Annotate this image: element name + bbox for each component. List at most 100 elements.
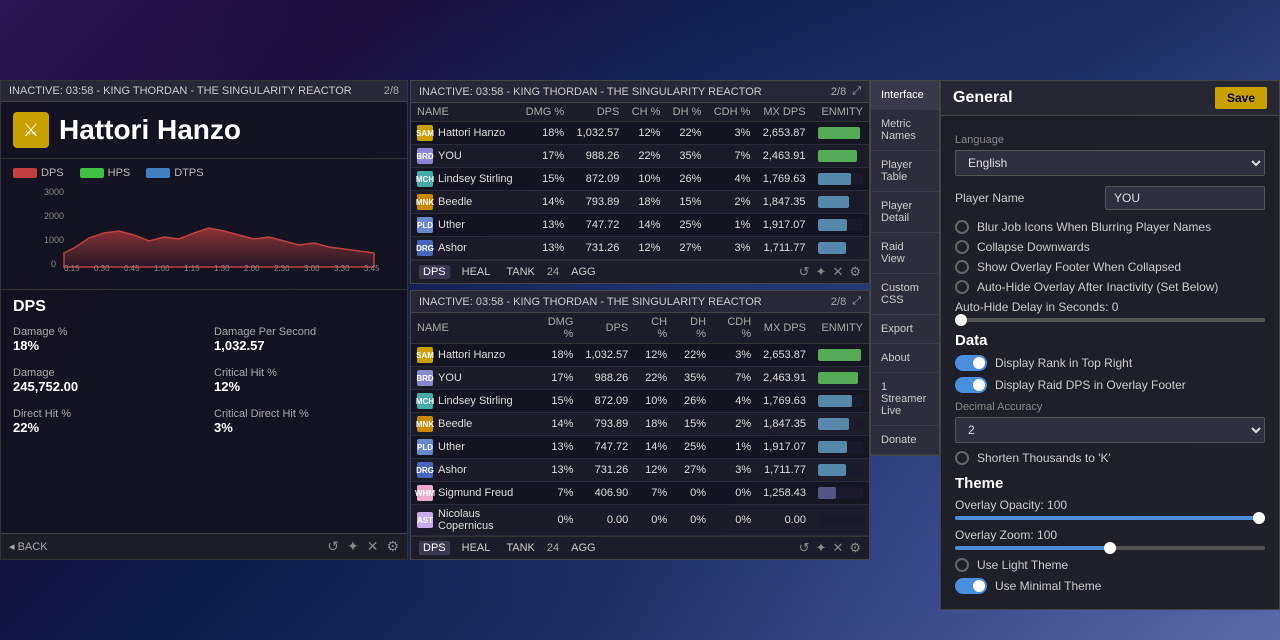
show-footer-radio[interactable] <box>955 260 969 274</box>
svg-text:3:45: 3:45 <box>364 264 380 273</box>
settings-nav-player-table[interactable]: Player Table <box>871 151 939 192</box>
tab-heal-top[interactable]: HEAL <box>458 265 495 279</box>
cell-enmity <box>812 390 869 413</box>
cell-ch: 14% <box>634 436 673 459</box>
settings-nav-about[interactable]: About <box>871 344 939 373</box>
bottom-overlay-expand-icon[interactable]: ⤢ <box>852 295 861 308</box>
star-icon[interactable]: ✦ <box>347 538 359 555</box>
opacity-slider-thumb <box>1253 512 1265 524</box>
tab-heal-bottom[interactable]: HEAL <box>458 541 495 555</box>
stat-cdh-label: Critical Direct Hit % <box>214 408 395 420</box>
opacity-slider[interactable] <box>955 516 1265 520</box>
close-icon-top[interactable]: ✕ <box>832 264 843 280</box>
svg-text:2:30: 2:30 <box>274 264 290 273</box>
tab-24-top[interactable]: 24 <box>547 266 559 278</box>
cell-cdh: 0% <box>712 505 757 536</box>
cell-ch: 12% <box>625 122 666 145</box>
settings-nav-streamer[interactable]: 1 Streamer Live <box>871 373 939 426</box>
cell-dps: 747.72 <box>570 214 625 237</box>
settings-nav-metric-names[interactable]: Metric Names <box>871 110 939 151</box>
col-name-b: NAME <box>411 313 532 344</box>
reset-icon-top[interactable]: ↺ <box>799 264 810 280</box>
table-row: BRD YOU 17% 988.26 22% 35% 7% 2,463.91 <box>411 367 869 390</box>
settings-nav-export[interactable]: Export <box>871 315 939 344</box>
svg-text:3:30: 3:30 <box>334 264 350 273</box>
tab-agg-top[interactable]: AGG <box>567 265 599 279</box>
shorten-label: Shorten Thousands to 'K' <box>977 451 1111 465</box>
left-panel-badge: 2/8 <box>384 85 399 97</box>
svg-text:1:30: 1:30 <box>214 264 230 273</box>
cell-mxdps: 2,653.87 <box>757 344 812 367</box>
star-icon-bottom[interactable]: ✦ <box>816 540 827 556</box>
zoom-slider-thumb <box>1104 542 1116 554</box>
cell-dps: 793.89 <box>579 413 634 436</box>
language-select[interactable]: English <box>955 150 1265 176</box>
gear-icon-top[interactable]: ⚙ <box>849 264 861 280</box>
top-overlay-expand-icon[interactable]: ⤢ <box>852 85 861 98</box>
player-name-input[interactable] <box>1105 186 1265 210</box>
tab-24-bottom[interactable]: 24 <box>547 542 559 554</box>
col-ch-b: CH % <box>634 313 673 344</box>
settings-nav-raid-view[interactable]: Raid View <box>871 233 939 274</box>
decimal-accuracy-select[interactable]: 2 0 1 3 <box>955 417 1265 443</box>
close-icon-bottom[interactable]: ✕ <box>832 540 843 556</box>
col-dps: DPS <box>570 103 625 122</box>
tab-tank-bottom[interactable]: TANK <box>502 541 539 555</box>
raid-dps-toggle[interactable] <box>955 377 987 393</box>
col-cdh: CDH % <box>707 103 756 122</box>
cell-cdh: 7% <box>707 145 756 168</box>
cell-ch: 7% <box>634 482 673 505</box>
auto-hide-slider[interactable] <box>955 318 1265 322</box>
settings-nav-player-detail[interactable]: Player Detail <box>871 192 939 233</box>
tab-dps-bottom[interactable]: DPS <box>419 541 450 555</box>
cell-enmity <box>812 122 869 145</box>
stat-cdh: Critical Direct Hit % 3% <box>214 408 395 435</box>
collapse-down-radio[interactable] <box>955 240 969 254</box>
cell-mxdps: 1,711.77 <box>756 237 811 260</box>
cell-ch: 14% <box>625 214 666 237</box>
settings-nav-custom-css[interactable]: Custom CSS <box>871 274 939 315</box>
gear-icon[interactable]: ⚙ <box>386 538 399 555</box>
top-overlay-table: NAME DMG % DPS CH % DH % CDH % MX DPS EN… <box>411 103 869 260</box>
auto-hide-radio[interactable] <box>955 280 969 294</box>
cell-enmity <box>812 344 869 367</box>
cell-ch: 12% <box>634 344 673 367</box>
svg-text:2:00: 2:00 <box>244 264 260 273</box>
zoom-slider[interactable] <box>955 546 1265 550</box>
settings-nav-interface[interactable]: Interface <box>871 81 939 110</box>
cell-cdh: 3% <box>712 459 757 482</box>
cell-ch: 18% <box>625 191 666 214</box>
cell-dps: 988.26 <box>570 145 625 168</box>
rank-toggle[interactable] <box>955 355 987 371</box>
cell-dps: 747.72 <box>579 436 634 459</box>
star-icon-top[interactable]: ✦ <box>816 264 827 280</box>
cell-dh: 25% <box>666 214 707 237</box>
reset-icon-bottom[interactable]: ↺ <box>799 540 810 556</box>
stat-damage-label: Damage <box>13 367 194 379</box>
cell-enmity <box>812 367 869 390</box>
shorten-radio[interactable] <box>955 451 969 465</box>
tab-tank-top[interactable]: TANK <box>502 265 539 279</box>
theme-section-title: Theme <box>955 475 1265 492</box>
cell-dh: 27% <box>666 237 707 260</box>
reset-icon[interactable]: ↺ <box>327 538 339 555</box>
stat-dps-val: 1,032.57 <box>214 338 265 353</box>
close-icon[interactable]: ✕ <box>367 538 379 555</box>
save-button[interactable]: Save <box>1215 87 1267 109</box>
left-panel-header: INACTIVE: 03:58 - KING THORDAN - THE SIN… <box>1 81 407 102</box>
col-ch: CH % <box>625 103 666 122</box>
blur-icons-radio[interactable] <box>955 220 969 234</box>
gear-icon-bottom[interactable]: ⚙ <box>849 540 861 556</box>
cell-dh: 26% <box>673 390 712 413</box>
legend-hps-dot <box>80 168 104 178</box>
tab-dps-top[interactable]: DPS <box>419 265 450 279</box>
settings-nav-donate[interactable]: Donate <box>871 426 939 455</box>
show-footer-label: Show Overlay Footer When Collapsed <box>977 260 1181 274</box>
bottom-overlay-table-body: SAM Hattori Hanzo 18% 1,032.57 12% 22% 3… <box>411 344 869 536</box>
tab-agg-bottom[interactable]: AGG <box>567 541 599 555</box>
cell-dh: 22% <box>673 344 712 367</box>
left-panel-title: INACTIVE: 03:58 - KING THORDAN - THE SIN… <box>9 85 352 97</box>
back-button[interactable]: ◂ BACK <box>9 540 48 553</box>
minimal-theme-toggle[interactable] <box>955 578 987 594</box>
light-theme-radio[interactable] <box>955 558 969 572</box>
